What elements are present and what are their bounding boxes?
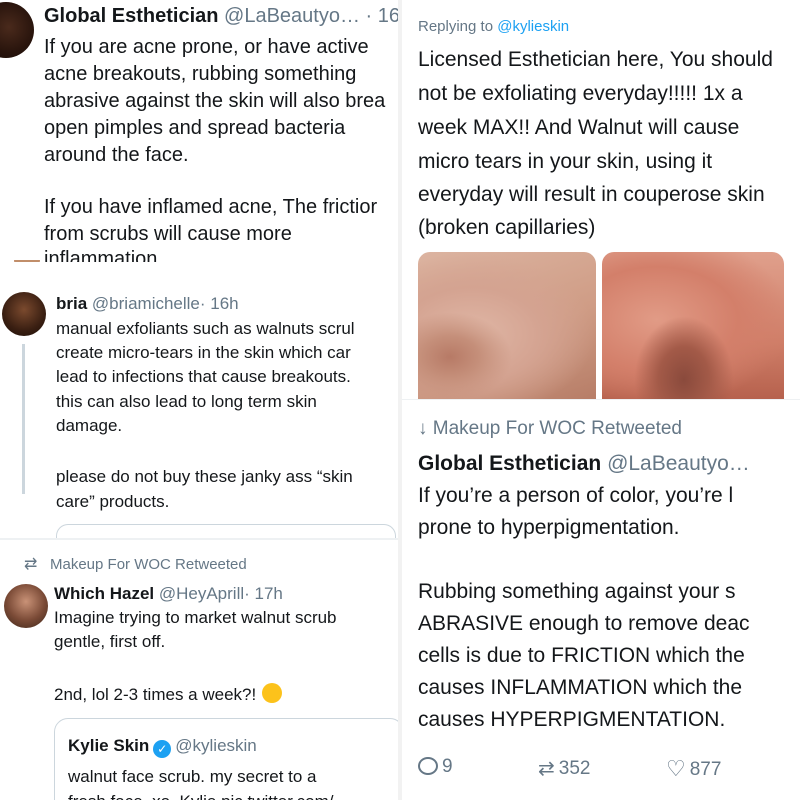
author-name[interactable]: Which Hazel xyxy=(54,584,154,603)
quoted-author-name[interactable]: Kylie Skin xyxy=(68,736,149,755)
like-count: 877 xyxy=(689,759,722,780)
retweet-count: 352 xyxy=(558,758,591,779)
retweet-icon: ⇄ xyxy=(538,758,555,780)
tweet-text-line: manual exfoliants such as walnuts scrul xyxy=(56,319,355,338)
retweet-icon: ⇄ xyxy=(24,556,38,573)
tweet-text-line: gentle, first off. xyxy=(54,632,166,651)
tweet-time[interactable]: · 16h xyxy=(200,294,239,313)
tweet-text-line: care” products. xyxy=(56,492,170,511)
retweeted-by-label[interactable]: Makeup For WOC Retweeted xyxy=(50,556,247,573)
author-name[interactable]: Global Esthetician xyxy=(44,5,218,27)
author-handle[interactable]: @LaBeautyo… xyxy=(224,5,360,27)
tweet-text-line: please do not buy these janky ass “skin xyxy=(56,467,353,486)
reply-count: 9 xyxy=(442,756,453,777)
tweet-text: 2nd, lol 2-3 times a week?! xyxy=(54,685,257,704)
tweet-text-line: ABRASIVE enough to remove deac xyxy=(418,612,750,635)
heart-icon: ♡ xyxy=(666,756,686,781)
tweet-text-line: (broken capillaries) xyxy=(418,216,596,239)
tweet-text-line: damage. xyxy=(56,416,123,435)
tweet-actions: 9 ⇄ 352 ♡ 877 xyxy=(418,756,800,786)
retweeted-by-label[interactable]: ↓ Makeup For WOC Retweeted xyxy=(418,418,682,440)
thread-line xyxy=(22,344,25,494)
tweet-text-line: prone to hyperpigmentation. xyxy=(418,516,680,539)
reply-icon xyxy=(418,757,438,775)
tweet-panel-hyperpigmentation: ↓ Makeup For WOC Retweeted Global Esthet… xyxy=(400,400,800,800)
verified-badge-icon: ✓ xyxy=(153,740,172,758)
tweet-text-line: If you have inflamed acne, The frictior xyxy=(44,196,378,218)
tweet-text-line: abrasive against the skin will also brea xyxy=(44,90,386,112)
replying-to-label: Replying to @kylieskin xyxy=(418,18,569,35)
tweet-text-line: week MAX!! And Walnut will cause xyxy=(418,116,740,139)
tweet-text-line: Licensed Esthetician here, You should xyxy=(418,48,773,71)
tweet-time[interactable]: · 17h xyxy=(244,584,283,603)
tweet-text-line: from scrubs will cause more xyxy=(44,223,292,245)
tweet-text-line: micro tears in your skin, using it xyxy=(418,150,713,173)
tweet-text-line: around the face. xyxy=(44,144,189,166)
tweet-header: Global Esthetician @LaBeautyo… · 16 xyxy=(44,5,400,28)
tweet-text-line: open pimples and spread bacteria xyxy=(44,117,346,139)
reply-button[interactable]: 9 xyxy=(418,756,453,778)
replying-prefix: Replying to xyxy=(418,18,494,35)
retweeted-by-text: Makeup For WOC Retweeted xyxy=(432,418,682,439)
quoted-tweet-text-line: fresh face. xo. Kylie pic.twitter.com/ xyxy=(68,792,333,800)
tweet-text-line: cells is due to FRICTION which the xyxy=(418,644,745,667)
tweet-text-line: If you’re a person of color, you’re l xyxy=(418,484,734,507)
tweet-panel-bria: bria @briamichelle· 16h manual exfoliant… xyxy=(0,262,400,540)
tweet-header: bria @briamichelle· 16h xyxy=(56,294,239,314)
quoted-tweet-text-line: walnut face scrub. my secret to a xyxy=(68,767,317,786)
woozy-face-emoji-icon xyxy=(262,683,283,703)
tweet-text-line: causes INFLAMMATION which the xyxy=(418,676,743,699)
quoted-tweet-header: Kylie Skin ✓ @kylieskin xyxy=(68,736,257,758)
tweet-text-line: Imagine trying to market walnut scrub xyxy=(54,608,337,627)
tweet-time[interactable]: · 16 xyxy=(366,5,400,27)
panel-divider-vertical xyxy=(398,0,402,800)
tweet-text-line: this can also lead to long term skin xyxy=(56,392,317,411)
tweet-text-line: causes HYPERPIGMENTATION. xyxy=(418,708,726,731)
tweet-header: Global Esthetician @LaBeautyo… xyxy=(418,452,750,476)
skin-photo-nose-left[interactable] xyxy=(418,252,596,400)
author-handle[interactable]: @HeyAprill xyxy=(159,584,244,603)
tweet-text-line: Rubbing something against your s xyxy=(418,580,736,603)
skin-photo-nose-right[interactable] xyxy=(602,252,784,400)
author-handle[interactable]: @briamichelle xyxy=(92,294,200,313)
tweet-text-line: not be exfoliating everyday!!!!! 1x a xyxy=(418,82,743,105)
author-handle[interactable]: @LaBeautyo… xyxy=(607,452,750,475)
retweet-button[interactable]: ⇄ 352 xyxy=(538,756,590,781)
tweet-panel-which-hazel: ⇄ Makeup For WOC Retweeted Which Hazel @… xyxy=(0,540,400,800)
tweet-text-line: lead to infections that cause breakouts. xyxy=(56,367,351,386)
tweet-text-line: 2nd, lol 2-3 times a week?! xyxy=(54,683,283,705)
tweet-text-line: acne breakouts, rubbing something xyxy=(44,63,357,85)
replying-handle-link[interactable]: @kylieskin xyxy=(497,18,569,35)
retweet-marker-icon: ↓ xyxy=(418,418,428,439)
author-name[interactable]: Global Esthetician xyxy=(418,452,601,475)
quoted-tweet-card[interactable] xyxy=(54,718,400,800)
like-button[interactable]: ♡ 877 xyxy=(666,756,721,782)
quoted-author-handle[interactable]: @kylieskin xyxy=(175,736,257,755)
avatar[interactable] xyxy=(0,2,34,58)
tweet-panel-reply: Replying to @kylieskin Licensed Esthetic… xyxy=(400,0,800,400)
tweet-text-line: create micro-tears in the skin which car xyxy=(56,343,351,362)
tweet-header: Which Hazel @HeyAprill· 17h xyxy=(54,584,283,604)
author-name[interactable]: bria xyxy=(56,294,87,313)
avatar[interactable] xyxy=(2,292,46,336)
tweet-text-line: If you are acne prone, or have active xyxy=(44,36,369,58)
tweet-panel-acne: Global Esthetician @LaBeautyo… · 16 If y… xyxy=(0,0,400,265)
avatar[interactable] xyxy=(4,584,48,628)
tweet-text-line: everyday will result in couperose skin xyxy=(418,183,765,206)
